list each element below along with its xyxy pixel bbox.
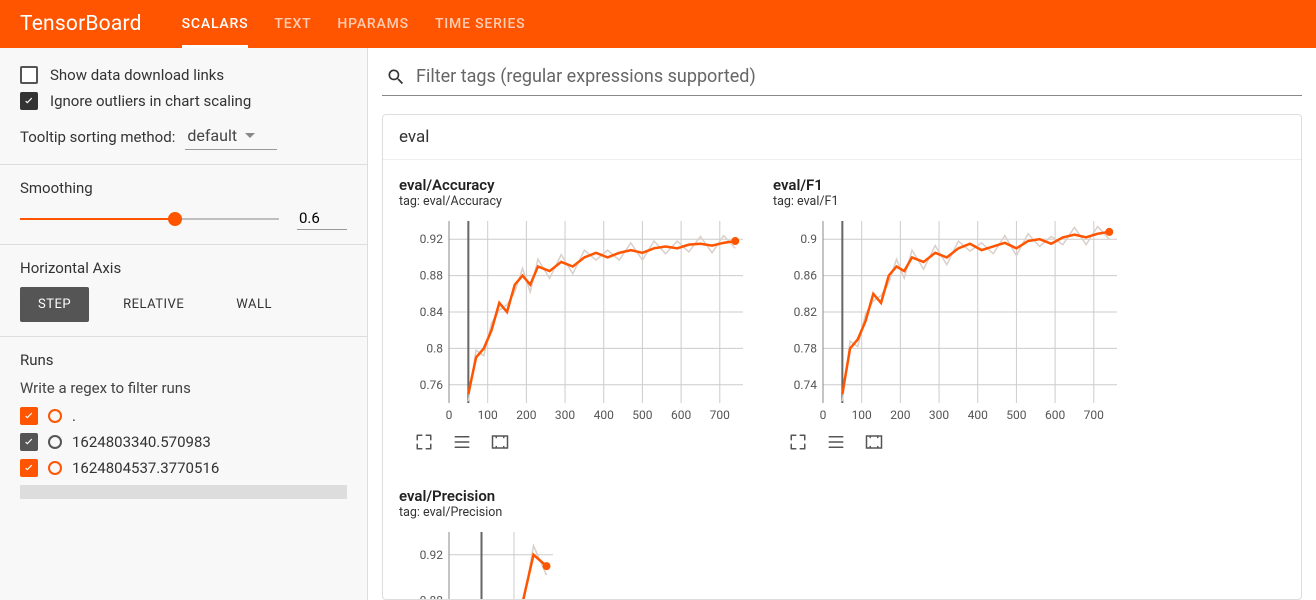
svg-text:0.88: 0.88 xyxy=(420,269,444,283)
run-color-icon xyxy=(48,435,62,449)
axis-buttons: STEP RELATIVE WALL xyxy=(20,287,347,322)
svg-text:400: 400 xyxy=(594,408,614,422)
chart-block: eval/Accuracytag: eval/Accuracy0.920.880… xyxy=(399,176,749,463)
chart-title: eval/F1 xyxy=(773,176,1123,194)
chart-block: eval/Precisiontag: eval/Precision 0.92 0.8… xyxy=(399,487,579,600)
run-label: . xyxy=(72,407,76,425)
svg-text:0.8: 0.8 xyxy=(426,341,443,355)
expand-icon[interactable] xyxy=(413,433,435,451)
smoothing-slider[interactable] xyxy=(20,209,279,229)
chart-actions xyxy=(773,425,1123,463)
svg-text:0.76: 0.76 xyxy=(420,378,444,392)
fullscreen-icon[interactable] xyxy=(863,433,885,451)
svg-text:0: 0 xyxy=(446,408,453,422)
svg-text:600: 600 xyxy=(671,408,691,422)
smoothing-label: Smoothing xyxy=(20,179,347,197)
run-color-icon xyxy=(48,461,62,475)
tooltip-sort-dropdown[interactable]: default xyxy=(185,124,277,150)
horizontal-axis-label: Horizontal Axis xyxy=(20,259,347,277)
svg-text:0.74: 0.74 xyxy=(794,378,818,392)
run-label: 1624804537.3770516 xyxy=(72,459,219,477)
tag-filter-input[interactable] xyxy=(416,66,1302,87)
chart-actions xyxy=(399,425,749,463)
chart-canvas[interactable]: 0.920.880.840.80100 xyxy=(399,526,559,600)
tooltip-sort-label: Tooltip sorting method: xyxy=(20,128,175,146)
svg-text:100: 100 xyxy=(478,408,498,422)
run-checkbox[interactable] xyxy=(20,407,38,425)
svg-text:700: 700 xyxy=(1084,408,1104,422)
list-icon[interactable] xyxy=(825,433,847,451)
svg-text:0.86: 0.86 xyxy=(794,269,818,283)
eval-card: eval eval/Accuracytag: eval/Accuracy0.92… xyxy=(382,114,1302,600)
tooltip-sort-value: default xyxy=(187,126,237,145)
axis-btn-relative[interactable]: RELATIVE xyxy=(105,287,202,322)
tag-filter-row xyxy=(382,62,1302,96)
svg-text:100: 100 xyxy=(852,408,872,422)
svg-text:0.9: 0.9 xyxy=(800,232,817,246)
fullscreen-icon[interactable] xyxy=(489,433,511,451)
chart-title: eval/Precision xyxy=(399,487,579,505)
svg-text:0.92: 0.92 xyxy=(420,548,444,562)
runs-label: Runs xyxy=(20,351,347,369)
tab-hparams[interactable]: HPARAMS xyxy=(337,0,409,48)
run-row: . xyxy=(20,407,347,425)
svg-text:500: 500 xyxy=(1006,408,1026,422)
svg-text:500: 500 xyxy=(632,408,652,422)
tab-time-series[interactable]: TIME SERIES xyxy=(435,0,525,48)
show-download-label: Show data download links xyxy=(50,66,224,84)
svg-text:0.92: 0.92 xyxy=(420,232,444,246)
run-label: 1624803340.570983 xyxy=(72,433,211,451)
runs-filter[interactable]: Write a regex to filter runs xyxy=(20,379,347,397)
svg-text:300: 300 xyxy=(929,408,949,422)
svg-text:0.88: 0.88 xyxy=(420,593,444,600)
axis-btn-wall[interactable]: WALL xyxy=(218,287,290,322)
caret-down-icon xyxy=(245,133,255,138)
tab-scalars[interactable]: SCALARS xyxy=(182,0,249,48)
runs-list: . 1624803340.570983 1624804537.3770516 xyxy=(20,407,347,477)
search-icon xyxy=(386,67,406,87)
run-checkbox[interactable] xyxy=(20,433,38,451)
run-color-icon xyxy=(48,409,62,423)
svg-text:0.84: 0.84 xyxy=(420,305,444,319)
main-area: eval eval/Accuracytag: eval/Accuracy0.92… xyxy=(368,48,1316,600)
sidebar: Show data download links Ignore outliers… xyxy=(0,48,368,600)
expand-icon[interactable] xyxy=(787,433,809,451)
axis-btn-step[interactable]: STEP xyxy=(20,287,89,322)
run-row: 1624804537.3770516 xyxy=(20,459,347,477)
svg-text:700: 700 xyxy=(710,408,730,422)
chart-block: eval/F1tag: eval/F1 0.9 0.86 0.82 0.78 0.74 0 1… xyxy=(773,176,1123,463)
svg-text:200: 200 xyxy=(516,408,536,422)
svg-text:0.78: 0.78 xyxy=(794,341,818,355)
chart-tag: tag: eval/Precision xyxy=(399,505,579,520)
svg-text:0.82: 0.82 xyxy=(794,305,818,319)
app-logo: TensorBoard xyxy=(20,12,142,36)
list-icon[interactable] xyxy=(451,433,473,451)
chart-tag: tag: eval/Accuracy xyxy=(399,194,749,209)
ignore-outliers-label: Ignore outliers in chart scaling xyxy=(50,92,251,110)
chart-title: eval/Accuracy xyxy=(399,176,749,194)
show-download-checkbox[interactable] xyxy=(20,66,38,84)
tab-text[interactable]: TEXT xyxy=(274,0,311,48)
scroll-indicator xyxy=(20,485,347,499)
app-header: TensorBoard SCALARS TEXT HPARAMS TIME SERIE… xyxy=(0,0,1316,48)
run-checkbox[interactable] xyxy=(20,459,38,477)
ignore-outliers-checkbox[interactable] xyxy=(20,92,38,110)
smoothing-input[interactable] xyxy=(297,207,347,230)
charts-row: eval/Accuracytag: eval/Accuracy0.920.880… xyxy=(383,160,1301,600)
chart-tag: tag: eval/F1 xyxy=(773,194,1123,209)
chart-canvas[interactable]: 0.92 0.88 0.84 0.8 0.76 0 100 200 300 400 500 600 70… xyxy=(399,215,749,425)
svg-text:600: 600 xyxy=(1045,408,1065,422)
svg-text:300: 300 xyxy=(555,408,575,422)
svg-text:400: 400 xyxy=(968,408,988,422)
chart-canvas[interactable]: 0.9 0.86 0.82 0.78 0.74 0 100 200 300 400 500 600 70… xyxy=(773,215,1123,425)
run-row: 1624803340.570983 xyxy=(20,433,347,451)
svg-text:200: 200 xyxy=(890,408,910,422)
card-header[interactable]: eval xyxy=(383,115,1301,160)
svg-text:0: 0 xyxy=(820,408,827,422)
nav-tabs: SCALARS TEXT HPARAMS TIME SERIES xyxy=(182,0,526,48)
